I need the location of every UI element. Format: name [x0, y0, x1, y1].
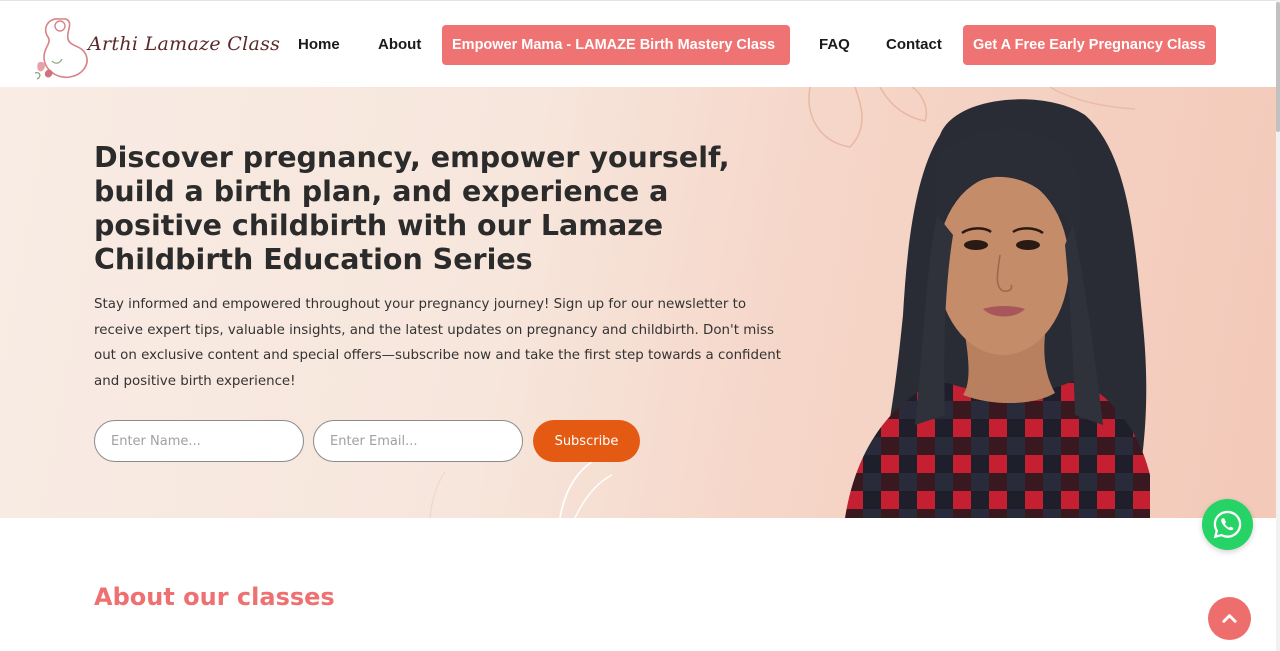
subscribe-button[interactable]: Subscribe — [533, 420, 640, 462]
nav-empower-mama-button[interactable]: Empower Mama - LAMAZE Birth Mastery Clas… — [442, 25, 790, 65]
nav-home[interactable]: Home — [298, 25, 340, 65]
nav-faq[interactable]: FAQ — [819, 25, 850, 65]
logo-text: Arthi Lamaze Class — [88, 33, 281, 55]
whatsapp-icon — [1213, 510, 1242, 539]
nav-contact[interactable]: Contact — [886, 25, 942, 65]
whatsapp-button[interactable] — [1202, 499, 1253, 550]
site-header: Arthi Lamaze Class Home About Empower Ma… — [0, 0, 1276, 87]
about-section-title: About our classes — [94, 583, 335, 611]
hero-title: Discover pregnancy, empower yourself, bu… — [94, 141, 730, 276]
chevron-up-icon — [1222, 614, 1237, 623]
email-input[interactable] — [313, 420, 523, 462]
site-logo[interactable]: Arthi Lamaze Class — [30, 13, 280, 83]
back-to-top-button[interactable] — [1208, 597, 1251, 640]
nav-free-class-button[interactable]: Get A Free Early Pregnancy Class — [963, 25, 1216, 65]
nav-about[interactable]: About — [378, 25, 421, 65]
name-input[interactable] — [94, 420, 304, 462]
page-scrollbar[interactable] — [1276, 0, 1280, 651]
hero-section: Discover pregnancy, empower yourself, bu… — [0, 87, 1276, 518]
scrollbar-thumb[interactable] — [1276, 2, 1280, 132]
instructor-portrait — [845, 99, 1150, 518]
hero-description: Stay informed and empowered throughout y… — [94, 297, 781, 389]
